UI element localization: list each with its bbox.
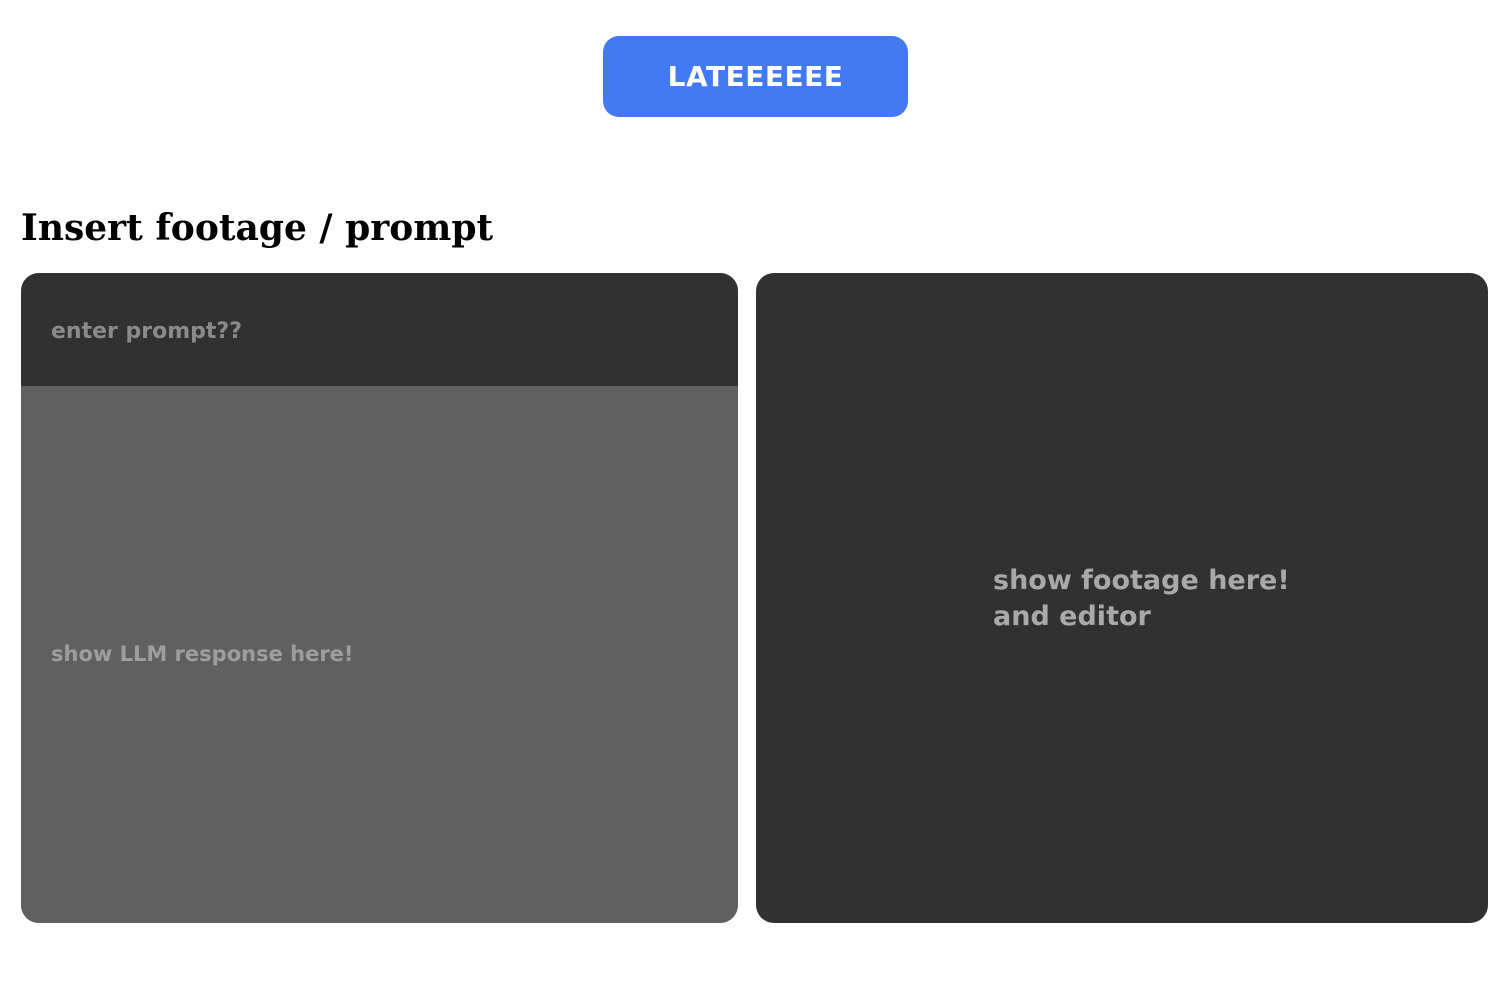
llm-response-area: show LLM response here! bbox=[21, 386, 738, 923]
prompt-area[interactable] bbox=[21, 273, 738, 386]
footage-editor-panel[interactable]: show footage here! and editor bbox=[756, 273, 1488, 923]
footage-placeholder-line1: show footage here! bbox=[993, 565, 1290, 596]
section-title: Insert footage / prompt bbox=[21, 207, 494, 249]
llm-response-text: show LLM response here! bbox=[51, 642, 354, 666]
prompt-input[interactable] bbox=[51, 311, 701, 351]
footage-placeholder-text: show footage here! and editor bbox=[993, 563, 1290, 635]
footage-placeholder-line2: and editor bbox=[993, 601, 1151, 632]
prompt-panel: show LLM response here! bbox=[21, 273, 738, 923]
late-button[interactable]: LATEEEEEE bbox=[603, 36, 908, 117]
